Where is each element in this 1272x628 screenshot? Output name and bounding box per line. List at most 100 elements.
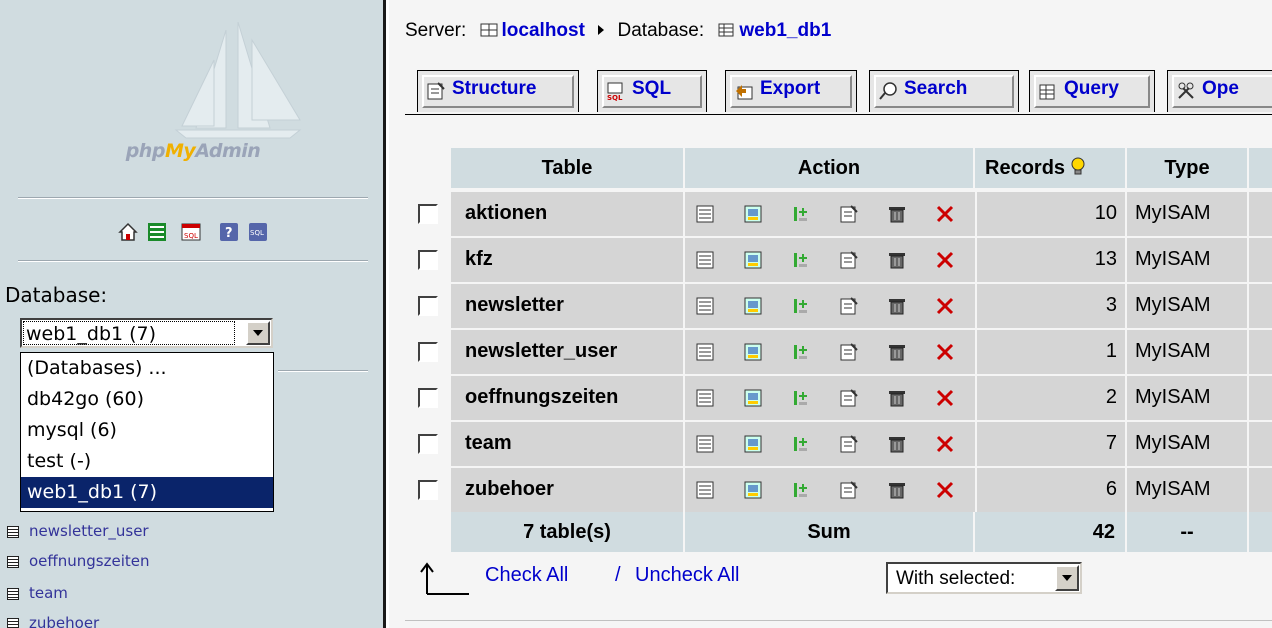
home-icon[interactable] [118, 222, 138, 242]
server-link[interactable]: localhost [502, 20, 585, 41]
drop-icon[interactable] [935, 388, 955, 408]
tab-structure[interactable]: Structure [417, 70, 579, 112]
tab-sql[interactable]: SQL SQL [597, 70, 707, 112]
properties-icon[interactable] [839, 434, 859, 454]
nav-table-item[interactable]: oeffnungszeiten [0, 548, 149, 574]
table-type: MyISAM [1135, 432, 1211, 454]
empty-icon[interactable] [887, 434, 907, 454]
column-separator [683, 238, 685, 282]
records-count: 3 [1105, 294, 1117, 316]
database-option[interactable]: test (-) [21, 446, 273, 477]
column-separator [1125, 284, 1127, 328]
with-selected-select[interactable]: With selected: [886, 562, 1082, 594]
row-checkbox[interactable] [418, 204, 438, 224]
phpmyadmin-logo[interactable]: phpMyAdmin [0, 0, 383, 190]
select-icon[interactable] [743, 480, 763, 500]
properties-icon[interactable] [839, 204, 859, 224]
empty-icon[interactable] [887, 204, 907, 224]
select-icon[interactable] [743, 388, 763, 408]
table-name[interactable]: team [465, 432, 512, 455]
row-checkbox[interactable] [418, 434, 438, 454]
tab-export[interactable]: Export [725, 70, 857, 112]
column-separator [1125, 468, 1127, 512]
properties-icon[interactable] [839, 388, 859, 408]
tab-operations[interactable]: Ope [1167, 70, 1272, 112]
database-option[interactable]: mysql (6) [21, 415, 273, 446]
row-checkbox[interactable] [418, 480, 438, 500]
browse-icon[interactable] [695, 204, 715, 224]
uncheck-all-link[interactable]: Uncheck All [635, 564, 740, 587]
drop-icon[interactable] [935, 296, 955, 316]
nav-table-item[interactable]: newsletter_user [0, 518, 149, 544]
browse-icon[interactable] [695, 296, 715, 316]
empty-icon[interactable] [887, 388, 907, 408]
table-icon [7, 587, 19, 600]
row-checkbox[interactable] [418, 342, 438, 362]
sql-query-icon[interactable]: SQL [181, 222, 201, 242]
database-select[interactable]: web1_db1 (7) [20, 318, 273, 348]
properties-icon[interactable] [839, 480, 859, 500]
table-name[interactable]: zubehoer [465, 478, 554, 501]
select-icon[interactable] [743, 204, 763, 224]
properties-icon[interactable] [839, 342, 859, 362]
select-icon[interactable] [743, 250, 763, 270]
insert-icon[interactable] [791, 204, 811, 224]
navigation-frame: phpMyAdmin SQL ? SQL Database: web1_db1 … [0, 0, 386, 628]
row-checkbox[interactable] [418, 296, 438, 316]
empty-icon[interactable] [887, 296, 907, 316]
insert-icon[interactable] [791, 388, 811, 408]
sql-docs-icon[interactable]: SQL [248, 222, 268, 242]
tab-query[interactable]: Query [1029, 70, 1155, 112]
column-header-records[interactable]: Records [975, 148, 1125, 188]
insert-icon[interactable] [791, 296, 811, 316]
docs-icon[interactable]: ? [219, 222, 239, 242]
nav-table-item[interactable]: team [0, 580, 68, 606]
properties-icon[interactable] [839, 296, 859, 316]
table-name[interactable]: oeffnungszeiten [465, 386, 618, 409]
database-link[interactable]: web1_db1 [739, 20, 831, 41]
browse-icon[interactable] [695, 434, 715, 454]
nav-table-item[interactable]: zubehoer [0, 610, 99, 628]
browse-icon[interactable] [695, 480, 715, 500]
empty-icon[interactable] [887, 250, 907, 270]
chevron-down-icon[interactable] [1055, 565, 1079, 591]
browse-icon[interactable] [695, 342, 715, 362]
empty-icon[interactable] [887, 480, 907, 500]
svg-text:?: ? [225, 226, 233, 241]
table-name[interactable]: newsletter [465, 294, 564, 317]
database-option-selected[interactable]: web1_db1 (7) [21, 477, 273, 508]
records-count: 1 [1105, 340, 1117, 362]
insert-icon[interactable] [791, 250, 811, 270]
check-all-link[interactable]: Check All [485, 564, 568, 587]
browse-icon[interactable] [695, 388, 715, 408]
drop-icon[interactable] [935, 204, 955, 224]
database-option[interactable]: (Databases) ... [21, 353, 273, 384]
footer-type: -- [1127, 512, 1247, 552]
column-separator [683, 284, 685, 328]
properties-icon[interactable] [839, 250, 859, 270]
database-dropdown-list[interactable]: (Databases) ... db42go (60) mysql (6) te… [20, 352, 274, 512]
select-icon[interactable] [743, 434, 763, 454]
exit-icon[interactable] [147, 222, 167, 242]
drop-icon[interactable] [935, 250, 955, 270]
empty-icon[interactable] [887, 342, 907, 362]
browse-icon[interactable] [695, 250, 715, 270]
drop-icon[interactable] [935, 480, 955, 500]
chevron-down-icon[interactable] [246, 321, 270, 345]
table-name[interactable]: newsletter_user [465, 340, 617, 363]
select-icon[interactable] [743, 296, 763, 316]
column-header-table[interactable]: Table [451, 148, 683, 188]
row-checkbox[interactable] [418, 250, 438, 270]
drop-icon[interactable] [935, 342, 955, 362]
select-icon[interactable] [743, 342, 763, 362]
sql-icon: SQL [607, 82, 623, 101]
drop-icon[interactable] [935, 434, 955, 454]
table-name[interactable]: aktionen [465, 202, 547, 225]
insert-icon[interactable] [791, 480, 811, 500]
tab-search[interactable]: Search [869, 70, 1019, 112]
row-checkbox[interactable] [418, 388, 438, 408]
database-option[interactable]: db42go (60) [21, 384, 273, 415]
insert-icon[interactable] [791, 434, 811, 454]
insert-icon[interactable] [791, 342, 811, 362]
table-name[interactable]: kfz [465, 248, 493, 271]
